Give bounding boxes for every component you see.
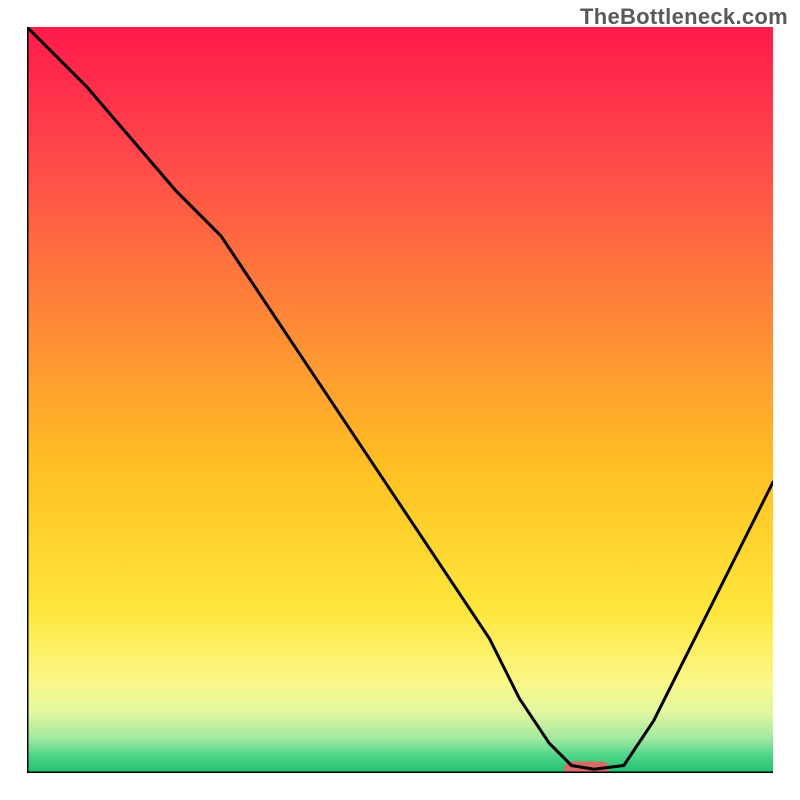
bottleneck-chart bbox=[27, 27, 773, 773]
watermark-text: TheBottleneck.com bbox=[580, 4, 788, 30]
gradient-background bbox=[27, 27, 773, 773]
chart-container bbox=[27, 27, 773, 773]
